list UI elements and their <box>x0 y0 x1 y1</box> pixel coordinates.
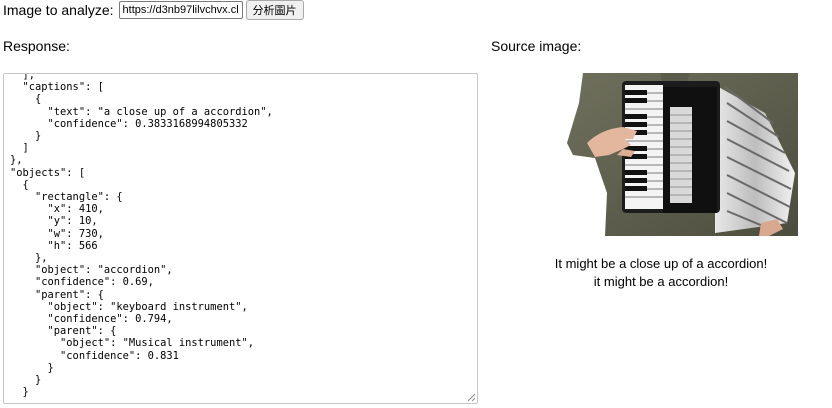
analyze-form: Image to analyze: 分析圖片 <box>3 0 304 20</box>
image-url-label: Image to analyze: <box>3 2 114 18</box>
response-heading: Response: <box>3 38 70 54</box>
image-url-input[interactable] <box>118 1 243 19</box>
response-textarea[interactable]: ], "captions": [ { "text": "a close up o… <box>3 73 478 404</box>
source-image-accordion <box>565 73 798 236</box>
caption-block: It might be a close up of a accordion! i… <box>491 255 831 291</box>
resize-grip-icon[interactable] <box>467 393 476 402</box>
caption-line-1: It might be a close up of a accordion! <box>554 256 768 271</box>
source-image-heading: Source image: <box>491 38 582 54</box>
analyze-image-button[interactable]: 分析圖片 <box>245 0 304 20</box>
caption-line-2: it might be a accordion! <box>593 274 729 289</box>
response-json-text: ], "captions": [ { "text": "a close up o… <box>10 73 273 399</box>
